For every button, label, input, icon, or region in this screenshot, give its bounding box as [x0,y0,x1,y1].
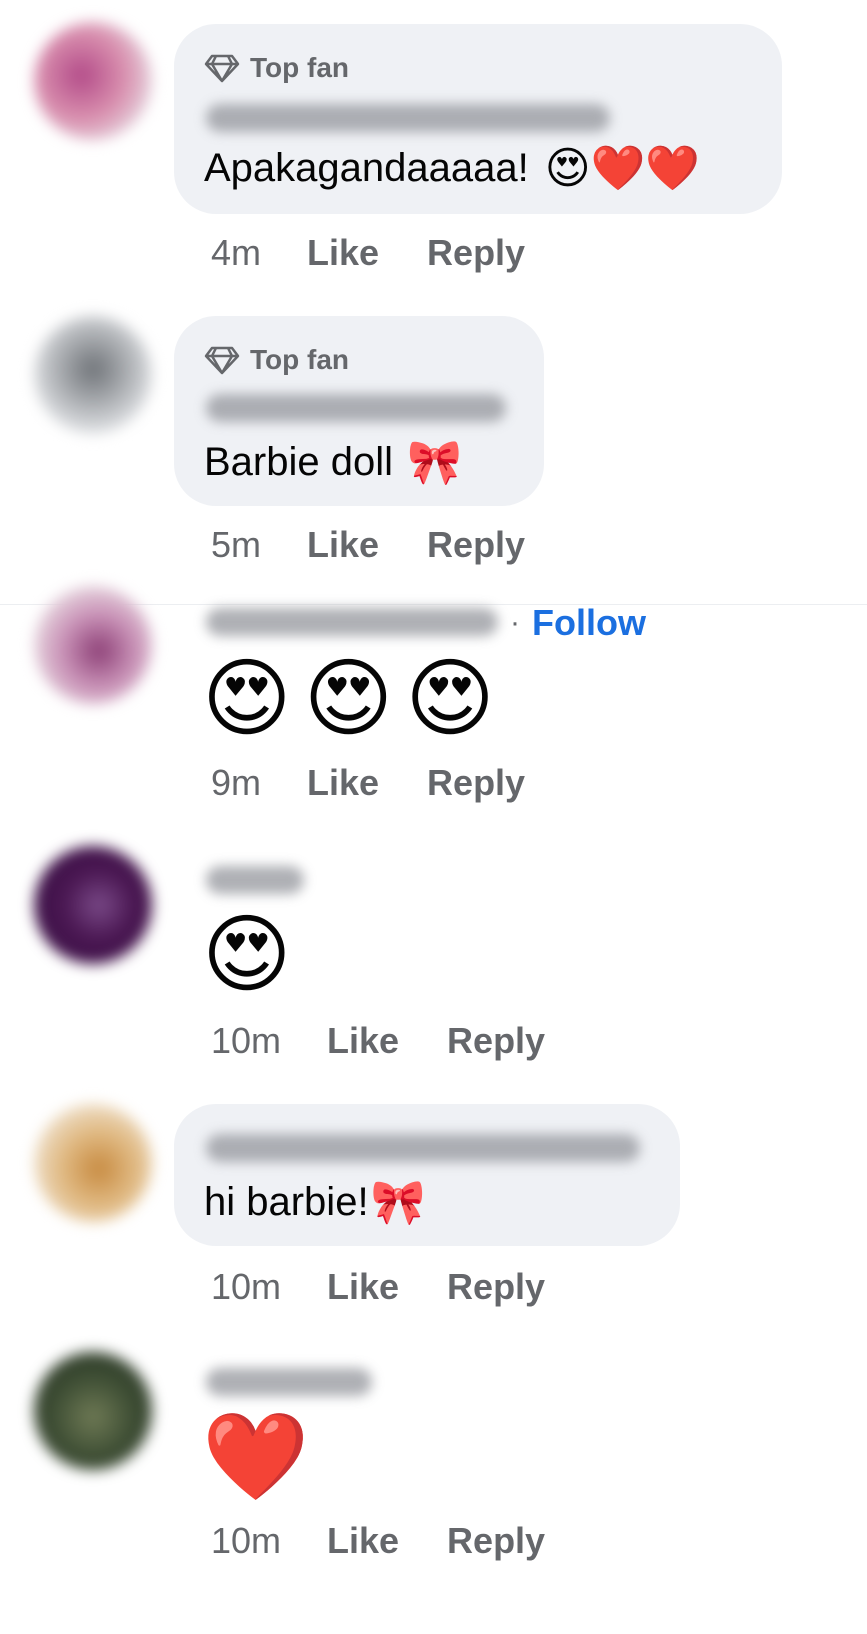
avatar[interactable] [34,846,152,964]
follow-button[interactable]: Follow [532,602,646,644]
comment-body: hi barbie! [204,1180,369,1224]
top-fan-badge: Top fan [204,344,349,376]
like-button[interactable]: Like [307,524,379,566]
comment-emojis: 🎀 [370,1177,426,1227]
comment-meta: 10m Like Reply [211,1020,593,1062]
author-name-blurred[interactable] [206,104,610,132]
comment-text: 😍😍😍 [202,656,507,742]
badge-label: Top fan [250,344,350,375]
comments-section: Top fan Apakagandaaaaa! 😍❤️❤️ 4m Like Re… [0,0,867,1634]
author-name-blurred[interactable] [206,394,506,422]
diamond-icon [204,346,240,375]
reply-button[interactable]: Reply [447,1266,545,1308]
comment-text: ❤️ [202,1414,309,1500]
author-name-blurred[interactable] [206,608,498,636]
comment-text: hi barbie! 🎀 [204,1180,425,1225]
diamond-icon [204,54,240,83]
comment-text: 😍 [202,912,292,998]
comment-meta: 4m Like Reply [211,232,573,274]
reply-button[interactable]: Reply [447,1020,545,1062]
comment-emojis: 😍😍😍 [202,651,507,747]
timestamp: 10m [211,1020,282,1061]
like-button[interactable]: Like [307,232,379,274]
timestamp: 9m [211,762,262,803]
comment-body: Apakagandaaaaa! [204,146,529,190]
comment-text: Apakagandaaaaa! 😍❤️❤️ [204,146,700,191]
avatar[interactable] [34,586,152,704]
badge-label: Top fan [250,52,350,83]
author-name-blurred[interactable] [206,1134,640,1162]
reply-button[interactable]: Reply [427,232,525,274]
reply-button[interactable]: Reply [427,762,525,804]
comment-meta: 9m Like Reply [211,762,573,804]
comment-body: Barbie doll [204,440,394,484]
comment-meta: 10m Like Reply [211,1266,593,1308]
comment-text: Barbie doll 🎀 [204,440,462,485]
author-name-blurred[interactable] [206,866,304,894]
like-button[interactable]: Like [327,1020,399,1062]
reply-button[interactable]: Reply [447,1520,545,1562]
avatar[interactable] [34,1104,152,1222]
comment-emojis: 😍 [202,907,292,1003]
author-name-blurred[interactable] [206,1368,372,1396]
like-button[interactable]: Like [327,1520,399,1562]
top-fan-badge: Top fan [204,52,349,84]
like-button[interactable]: Like [307,762,379,804]
avatar[interactable] [34,1352,152,1470]
avatar[interactable] [34,22,152,140]
comment-emojis: ❤️ [202,1409,310,1505]
timestamp: 10m [211,1266,282,1307]
like-button[interactable]: Like [327,1266,399,1308]
timestamp: 4m [211,232,262,273]
timestamp: 10m [211,1520,282,1561]
comment-emojis: 🎀 [407,437,462,487]
avatar[interactable] [34,316,152,434]
separator-dot: · [510,606,520,639]
reply-button[interactable]: Reply [427,524,525,566]
comment-emojis: 😍❤️❤️ [544,143,701,193]
timestamp: 5m [211,524,262,565]
comment-meta: 10m Like Reply [211,1520,593,1562]
comment-meta: 5m Like Reply [211,524,573,566]
